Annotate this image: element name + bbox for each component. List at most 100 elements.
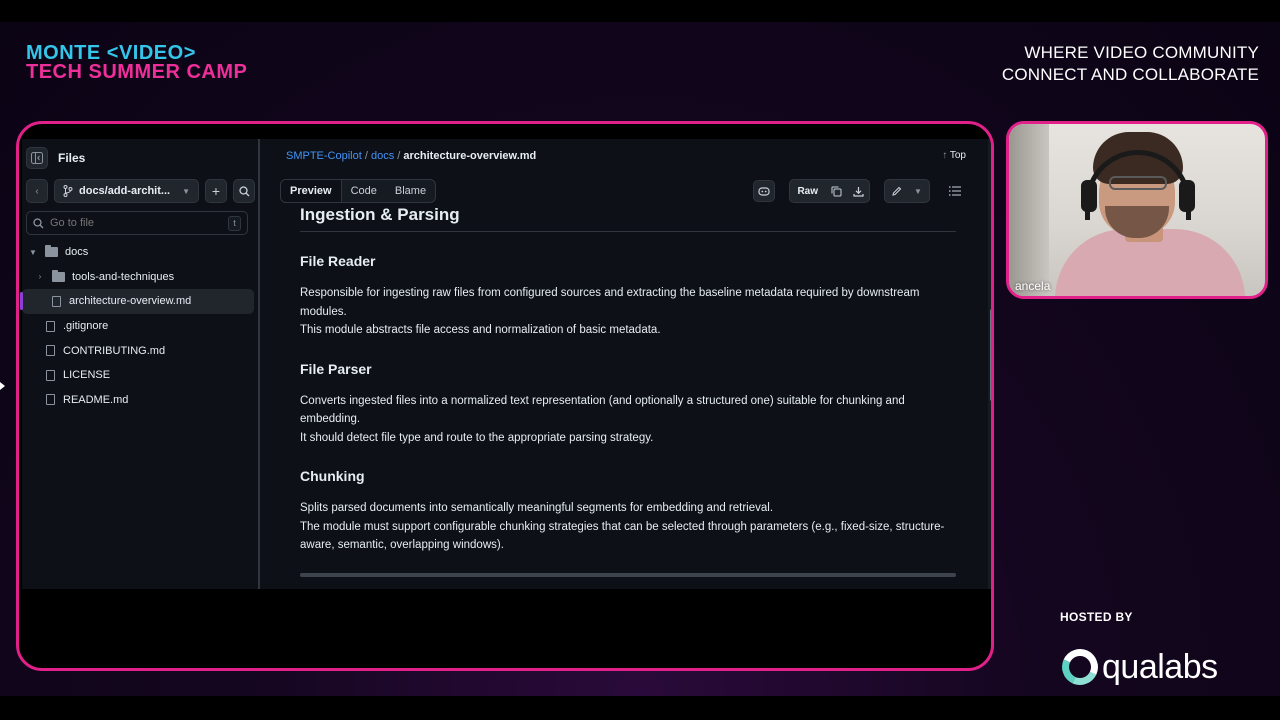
tree-item-label: CONTRIBUTING.md [63, 344, 166, 357]
search-button[interactable] [233, 179, 255, 203]
file-icon [46, 369, 55, 381]
tab-code[interactable]: Code [342, 180, 386, 202]
folder-icon [52, 269, 65, 282]
sidebar-title: Files [58, 151, 86, 165]
heading-file-parser: File Parser [300, 360, 372, 377]
breadcrumb-folder-link[interactable]: docs [371, 150, 394, 162]
pencil-icon [891, 186, 901, 196]
raw-button[interactable]: Raw [790, 180, 825, 202]
presenter-webcam: ancela [1006, 121, 1268, 299]
webcam-background [1009, 124, 1049, 296]
edit-button[interactable] [885, 180, 907, 202]
file-icon [46, 345, 55, 357]
file-icon [46, 394, 55, 406]
github-file-view: Files ‹ docs/add-archit... ▼ + Go to fil… [20, 139, 991, 589]
sidebar-header: Files [26, 147, 85, 169]
hosted-by-label: HOSTED BY [1060, 610, 1133, 624]
file-main-panel: SMPTE-Copilot / docs / architecture-over… [262, 139, 991, 589]
stream-stage: MONTE <VIDEO> TECH SUMMER CAMP WHERE VID… [0, 22, 1280, 696]
file-tree: ▼ docs › tools-and-techniques architectu… [20, 240, 258, 413]
breadcrumb-repo-link[interactable]: SMPTE-Copilot [286, 150, 362, 162]
folder-open-icon [45, 245, 58, 258]
scrollbar[interactable] [988, 139, 991, 589]
shortcut-badge: t [228, 215, 241, 231]
add-file-button[interactable]: + [205, 179, 227, 203]
scrollbar-thumb[interactable] [990, 309, 991, 401]
headphone-cup-right [1179, 180, 1195, 212]
copilot-icon [758, 186, 771, 196]
tree-file-contributing[interactable]: CONTRIBUTING.md [22, 338, 258, 363]
branch-selector[interactable]: docs/add-archit... ▼ [54, 179, 199, 203]
tree-item-label: LICENSE [63, 369, 111, 382]
chevron-down-icon: ▼ [29, 247, 37, 257]
branch-name: docs/add-archit... [79, 185, 171, 197]
list-icon [949, 186, 961, 196]
qualabs-logo-icon [1056, 643, 1104, 691]
tree-item-label: README.md [63, 393, 129, 406]
tree-item-label: .gitignore [63, 320, 109, 333]
event-logo: MONTE <VIDEO> TECH SUMMER CAMP [26, 43, 248, 83]
top-button[interactable]: ↑ Top [942, 150, 966, 161]
paragraph-line: It should detect file type and route to … [300, 431, 654, 444]
caret-down-icon: ▼ [914, 186, 922, 196]
copilot-button[interactable] [753, 180, 776, 202]
markdown-preview: Ingestion & Parsing File Reader Responsi… [300, 203, 956, 589]
paragraph-file-reader: Responsible for ingesting raw files from… [300, 284, 956, 340]
download-button[interactable] [847, 180, 869, 202]
tree-file-readme[interactable]: README.md [22, 388, 258, 413]
tree-file-license[interactable]: LICENSE [22, 363, 258, 388]
mouse-cursor-icon [0, 382, 5, 390]
caret-down-icon: ▼ [182, 186, 190, 196]
logo-line-2: TECH SUMMER CAMP [26, 61, 248, 83]
paragraph-file-parser: Converts ingested files into a normalize… [300, 392, 956, 448]
file-icon [46, 320, 55, 332]
tab-blame[interactable]: Blame [386, 180, 435, 202]
file-icon [52, 295, 61, 307]
arrow-up-icon: ↑ [942, 150, 948, 161]
heading-ingestion-parsing: Ingestion & Parsing [300, 205, 956, 232]
event-tagline: WHERE VIDEO COMMUNITY CONNECT AND COLLAB… [1002, 42, 1259, 86]
outline-button[interactable] [944, 180, 966, 202]
copy-icon [831, 186, 841, 196]
host-name: qualabs [1102, 648, 1218, 686]
chevron-left-icon: ‹ [35, 185, 39, 197]
edit-menu-button[interactable]: ▼ [907, 180, 929, 202]
paragraph-line: This module abstracts file access and no… [300, 324, 661, 336]
chevron-right-icon: › [38, 272, 42, 282]
go-to-file-field[interactable]: t [26, 211, 248, 235]
headphone-cup-left [1081, 180, 1097, 212]
breadcrumb-separator: / [361, 150, 371, 162]
tree-folder-docs[interactable]: ▼ docs [22, 240, 258, 265]
presenter-name-label: ancela [1015, 279, 1051, 293]
copy-button[interactable] [825, 180, 847, 202]
tree-folder-tools[interactable]: › tools-and-techniques [22, 265, 258, 290]
shared-screen: Files ‹ docs/add-archit... ▼ + Go to fil… [16, 121, 994, 671]
search-icon [33, 217, 44, 228]
tagline-line-2: CONNECT AND COLLABORATE [1001, 65, 1259, 84]
tab-preview[interactable]: Preview [281, 180, 342, 202]
tree-file-gitignore[interactable]: .gitignore [22, 314, 258, 339]
tagline-line-1: WHERE VIDEO COMMUNITY [1024, 43, 1259, 62]
paragraph-line: Converts ingested files into a normalize… [300, 394, 905, 426]
edit-group: ▼ [884, 179, 930, 203]
breadcrumb-current-file: architecture-overview.md [403, 150, 537, 162]
paragraph-line: Splits parsed documents into semanticall… [300, 502, 774, 514]
search-icon [238, 185, 249, 196]
back-button[interactable]: ‹ [26, 179, 48, 203]
sidebar-toggle-icon[interactable] [26, 147, 48, 169]
raw-copy-download-group: Raw [789, 179, 870, 203]
file-tree-sidebar: Files ‹ docs/add-archit... ▼ + Go to fil… [20, 139, 260, 589]
tree-file-architecture-overview[interactable]: architecture-overview.md [20, 289, 254, 314]
horizontal-rule [300, 572, 956, 577]
breadcrumb: SMPTE-Copilot / docs / architecture-over… [286, 150, 536, 162]
paragraph-chunking: Splits parsed documents into semanticall… [300, 499, 956, 555]
paragraph-line: Responsible for ingesting raw files from… [300, 287, 920, 318]
branch-icon [63, 185, 73, 197]
tree-item-label: architecture-overview.md [69, 295, 192, 308]
breadcrumb-separator: / [394, 150, 404, 162]
go-to-file-input[interactable] [50, 217, 210, 229]
tree-item-label: docs [65, 246, 89, 259]
tree-item-label: tools-and-techniques [72, 270, 175, 283]
heading-chunking: Chunking [300, 468, 365, 484]
heading-file-reader: File Reader [300, 253, 376, 269]
